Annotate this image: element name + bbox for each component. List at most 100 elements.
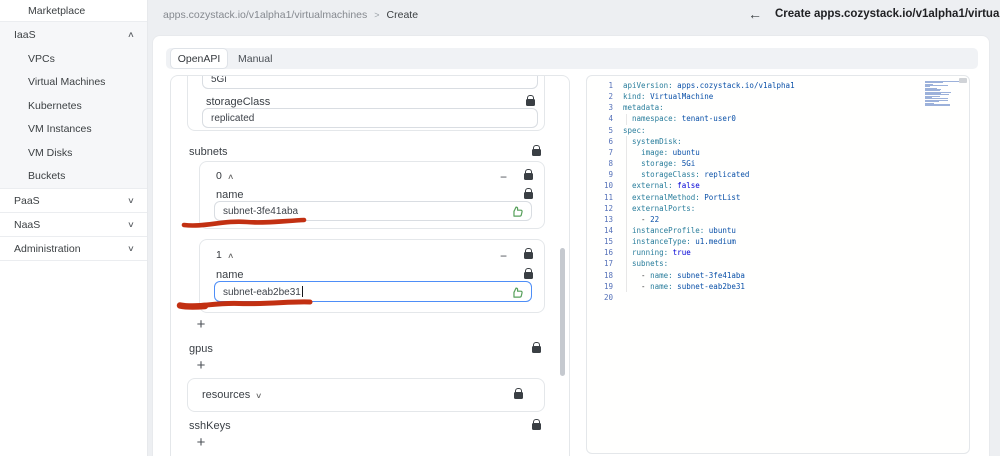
subnet-0-name-value: subnet-3fe41aba	[223, 205, 299, 217]
code-line-14: 14 instanceProfile: ubuntu	[587, 225, 969, 236]
form-scrollbar-thumb[interactable]	[560, 248, 565, 376]
line-number: 1	[608, 81, 613, 90]
tab-openapi[interactable]: OpenAPI	[170, 48, 228, 69]
code-line-18: 18 - name: subnet-3fe41aba	[587, 270, 969, 281]
sidebar-group-label: IaaS	[14, 28, 36, 41]
breadcrumb-current: Create	[386, 9, 419, 21]
lock-icon	[524, 248, 533, 259]
subnet-1-index: 1	[216, 249, 222, 261]
minimap-slider[interactable]	[959, 78, 967, 83]
sidebar-item-vm-instances[interactable]: VM Instances	[0, 118, 147, 142]
editor-minimap[interactable]	[925, 81, 961, 108]
text-caret	[301, 285, 303, 297]
resources-toggle[interactable]: resources ∨	[202, 389, 263, 401]
code-line-8: 8 storage: 5Gi	[587, 158, 969, 169]
lock-icon	[526, 95, 535, 106]
code-line-13: 13 - 22	[587, 214, 969, 225]
code-line-7: 7 image: ubuntu	[587, 147, 969, 158]
sidebar-group-label: NaaS	[14, 218, 41, 231]
sidebar-group-header-naas[interactable]: NaaS ∨	[0, 213, 147, 236]
sidebar-group-header-iaas[interactable]: IaaS ∧	[0, 22, 147, 47]
storageclass-value: replicated	[211, 112, 255, 124]
tab-bar	[166, 48, 978, 69]
sidebar-item-virtual-machines[interactable]: Virtual Machines	[0, 71, 147, 95]
lock-icon	[524, 188, 533, 199]
subnet-0-index: 0	[216, 170, 222, 182]
remove-subnet-1-button[interactable]: −	[500, 250, 507, 262]
line-number: 3	[608, 103, 613, 113]
code-line-10: 10 external: false	[587, 180, 969, 191]
chevron-up-icon: ∧	[127, 30, 135, 39]
code-line-15: 15 instanceType: u1.medium	[587, 236, 969, 247]
sidebar-item-kubernetes[interactable]: Kubernetes	[0, 94, 147, 118]
line-number: 20	[603, 292, 613, 302]
subnet-1-header[interactable]: 1 ∧	[216, 249, 235, 261]
subnet-1-name-value: subnet-eab2be31	[223, 285, 303, 298]
sidebar-item-vm-disks[interactable]: VM Disks	[0, 141, 147, 165]
add-subnet-button[interactable]: +	[193, 316, 209, 333]
line-number: 17	[603, 259, 613, 269]
thumbs-up-icon[interactable]	[511, 205, 524, 218]
thumbs-up-icon[interactable]	[511, 286, 524, 299]
code-line-16: 16 running: true	[587, 247, 969, 258]
lock-icon	[524, 268, 533, 279]
code-line-20: 20	[587, 292, 969, 303]
line-number: 4	[608, 114, 613, 124]
lock-icon	[532, 145, 541, 156]
storage-input[interactable]: 5Gi	[202, 75, 538, 89]
page-title: Create apps.cozystack.io/v1alpha1/virtua…	[775, 8, 1000, 20]
form-panel: 5Gi storageClass replicated subnets 0 ∧ …	[170, 75, 570, 456]
sidebar-item-buckets[interactable]: Buckets	[0, 165, 147, 189]
back-arrow-icon[interactable]: ←	[748, 7, 762, 21]
yaml-editor[interactable]: 1 apiVersion: apps.cozystack.io/v1alpha1 2…	[586, 75, 970, 454]
chevron-down-icon: ∨	[255, 390, 263, 400]
code-line-3: 3 metadata:	[587, 102, 969, 113]
breadcrumb-path[interactable]: apps.cozystack.io/v1alpha1/virtualmachin…	[163, 9, 367, 21]
subnet-0-name-input[interactable]: subnet-3fe41aba	[214, 201, 532, 221]
sidebar-group-header-administration[interactable]: Administration ∨	[0, 237, 147, 260]
subnet-1-name-input[interactable]: subnet-eab2be31	[214, 281, 532, 302]
sidebar-group-paas: PaaS ∨	[0, 189, 147, 213]
subnet-item-card-1: 1 ∧ − name subnet-eab2be31	[199, 239, 545, 313]
sidebar-group-naas: NaaS ∨	[0, 213, 147, 237]
sidebar-item-vpcs[interactable]: VPCs	[0, 47, 147, 71]
system-disk-group-card: 5Gi storageClass replicated	[187, 75, 545, 131]
line-number: 14	[603, 225, 613, 235]
lock-icon	[532, 342, 541, 353]
code-line-1: 1 apiVersion: apps.cozystack.io/v1alpha1	[587, 80, 969, 91]
line-number: 2	[608, 92, 613, 102]
storageclass-label: storageClass	[206, 96, 271, 108]
add-gpu-button[interactable]: +	[193, 357, 209, 374]
tab-manual[interactable]: Manual	[238, 48, 272, 69]
code-line-12: 12 externalPorts:	[587, 203, 969, 214]
breadcrumb: apps.cozystack.io/v1alpha1/virtualmachin…	[163, 9, 418, 21]
line-number: 8	[608, 159, 613, 169]
code-line-2: 2 kind: VirtualMachine	[587, 91, 969, 102]
sidebar-item-marketplace[interactable]: Marketplace	[0, 0, 147, 22]
line-number: 7	[608, 147, 613, 157]
minimap-line	[925, 105, 950, 107]
storageclass-input[interactable]: replicated	[202, 108, 538, 128]
line-number: 13	[603, 214, 613, 224]
sidebar-group-header-paas[interactable]: PaaS ∨	[0, 189, 147, 212]
chevron-down-icon: ∨	[127, 196, 135, 205]
gpus-label: gpus	[189, 343, 213, 355]
chevron-up-icon: ∧	[227, 171, 235, 181]
code-line-5: 5 spec:	[587, 125, 969, 136]
add-sshkey-button[interactable]: +	[193, 434, 209, 451]
subnet-0-name-label: name	[216, 189, 244, 201]
subnet-0-header[interactable]: 0 ∧	[216, 170, 235, 182]
code-line-11: 11 externalMethod: PortList	[587, 192, 969, 203]
sshkeys-label: sshKeys	[189, 420, 231, 432]
chevron-down-icon: ∨	[127, 220, 135, 229]
code-line-6: 6 systemDisk:	[587, 136, 969, 147]
line-number: 10	[603, 181, 613, 191]
remove-subnet-0-button[interactable]: −	[500, 171, 507, 183]
line-number: 16	[603, 248, 613, 258]
sidebar-group-iaas: IaaS ∧ VPCs Virtual Machines Kubernetes VM In…	[0, 22, 147, 189]
resources-card: resources ∨	[187, 378, 545, 412]
line-number: 19	[603, 281, 613, 291]
chevron-up-icon: ∧	[227, 250, 235, 260]
storage-value: 5Gi	[211, 75, 227, 85]
line-number: 18	[603, 270, 613, 280]
